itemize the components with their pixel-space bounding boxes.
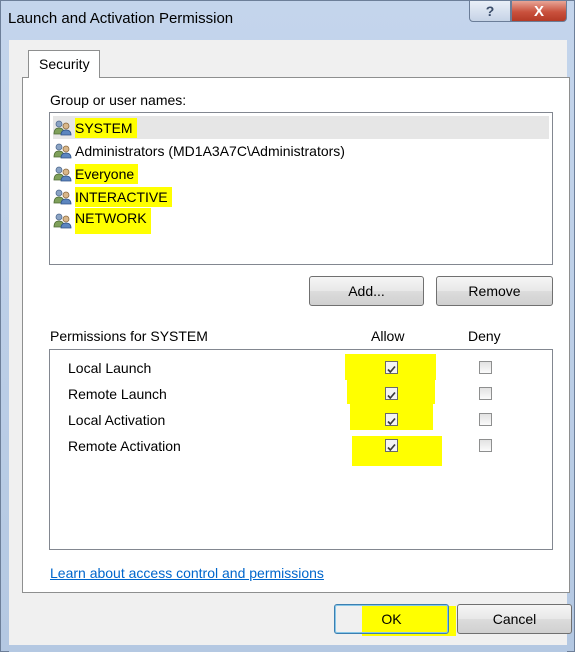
checkmark-icon bbox=[387, 365, 396, 374]
user-name-administrators: Administrators (MD1A3A7C\Administrators) bbox=[75, 142, 345, 159]
list-item-interactive[interactable]: INTERACTIVE bbox=[53, 185, 172, 208]
allow-remote-launch-checkbox[interactable] bbox=[385, 387, 398, 400]
permissions-list: Local Launch Remote Launch Local Activat… bbox=[49, 349, 553, 550]
perm-local-launch-label: Local Launch bbox=[68, 360, 152, 376]
allow-remote-activation-checkbox[interactable] bbox=[385, 439, 398, 452]
user-name-system: SYSTEM bbox=[75, 117, 137, 138]
cancel-button[interactable]: Cancel bbox=[457, 604, 572, 634]
close-button[interactable]: X bbox=[511, 0, 567, 22]
users-group-icon bbox=[53, 143, 73, 159]
deny-column-header: Deny bbox=[468, 328, 501, 344]
list-item-system[interactable]: SYSTEM bbox=[53, 116, 549, 139]
users-group-icon bbox=[53, 120, 73, 136]
user-name-network: NETWORK bbox=[75, 207, 151, 234]
tab-security[interactable]: Security bbox=[28, 50, 100, 78]
checkmark-icon bbox=[387, 391, 396, 400]
help-icon: ? bbox=[485, 3, 495, 19]
perm-local-activation-label: Local Activation bbox=[68, 412, 166, 428]
users-group-icon bbox=[53, 189, 73, 205]
remove-button[interactable]: Remove bbox=[436, 276, 553, 306]
window-bottom-border bbox=[9, 645, 567, 652]
title-bar[interactable]: Launch and Activation Permission ? X bbox=[0, 0, 575, 40]
permissions-label: Permissions for SYSTEM bbox=[50, 328, 208, 344]
list-item-administrators[interactable]: Administrators (MD1A3A7C\Administrators) bbox=[53, 139, 345, 162]
allow-local-activation-checkbox[interactable] bbox=[385, 413, 398, 426]
access-control-help-link[interactable]: Learn about access control and permissio… bbox=[50, 565, 324, 581]
group-names-label: Group or user names: bbox=[50, 92, 187, 108]
users-group-icon bbox=[53, 166, 73, 182]
list-item-everyone[interactable]: Everyone bbox=[53, 162, 139, 185]
users-group-icon bbox=[53, 213, 73, 229]
checkmark-icon bbox=[387, 417, 396, 426]
add-button[interactable]: Add... bbox=[309, 276, 424, 306]
window-title: Launch and Activation Permission bbox=[8, 10, 234, 27]
ok-button[interactable]: OK bbox=[334, 604, 449, 634]
list-item-network[interactable]: NETWORK bbox=[53, 207, 151, 234]
checkmark-icon bbox=[387, 443, 396, 452]
help-button[interactable]: ? bbox=[469, 0, 511, 22]
deny-local-activation-checkbox[interactable] bbox=[479, 413, 492, 426]
close-icon: X bbox=[533, 2, 544, 20]
perm-remote-launch-label: Remote Launch bbox=[68, 386, 167, 402]
user-name-everyone: Everyone bbox=[75, 163, 139, 184]
perm-remote-activation-label: Remote Activation bbox=[68, 438, 181, 454]
allow-local-launch-checkbox[interactable] bbox=[385, 361, 398, 374]
user-list[interactable]: SYSTEM Administrators (MD1A3A7C\Administ… bbox=[49, 112, 553, 265]
tab-security-label: Security bbox=[39, 56, 90, 72]
deny-remote-launch-checkbox[interactable] bbox=[479, 387, 492, 400]
allow-column-header: Allow bbox=[371, 328, 405, 344]
deny-remote-activation-checkbox[interactable] bbox=[479, 439, 492, 452]
deny-local-launch-checkbox[interactable] bbox=[479, 361, 492, 374]
user-name-interactive: INTERACTIVE bbox=[75, 186, 172, 207]
